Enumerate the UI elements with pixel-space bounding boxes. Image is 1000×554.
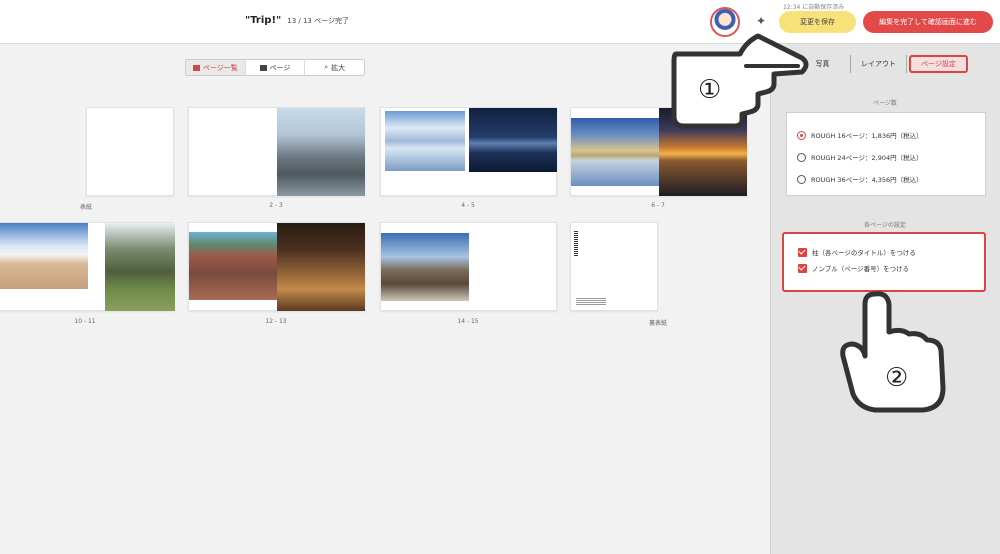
spread-4-5[interactable] [380, 107, 557, 196]
pointing-hand-icon: ② [840, 291, 946, 413]
view-switcher: ページ一覧 ページ ⌕ 拡大 [185, 59, 365, 76]
photo-thumbnail[interactable] [571, 118, 659, 186]
view-zoom-label: 拡大 [331, 63, 346, 72]
checkbox[interactable] [798, 263, 807, 273]
page-option-16[interactable]: ROUGH 16ページ：1,836円（税込） [797, 130, 923, 140]
page-number-option[interactable]: ノンブル（ページ番号）をつける [798, 263, 909, 273]
barcode-icon [574, 231, 578, 257]
panel-tabs: 写真 レイアウト ページ設定 [795, 55, 970, 73]
running-head-label: 柱（各ページのタイトル）をつける [812, 249, 916, 257]
radio-button[interactable] [797, 174, 806, 184]
spread-label: 14 - 15 [457, 318, 479, 325]
pointing-hand-icon: ① [671, 33, 809, 129]
spread-14-15[interactable] [380, 222, 557, 311]
page-count-title: ページ数 [873, 100, 897, 107]
spread-2-3[interactable] [188, 107, 365, 196]
spread-label: 裏表紙 [648, 320, 667, 327]
album-title: "Trip!" [245, 15, 282, 26]
photo-thumbnail[interactable] [0, 223, 88, 289]
tab-page-settings[interactable]: ページ設定 [909, 55, 968, 73]
view-page-list[interactable]: ページ一覧 [186, 60, 246, 75]
spread-label: 12 - 13 [265, 318, 287, 325]
radio-button[interactable] [797, 152, 806, 162]
spread-label: 6 - 7 [651, 202, 665, 209]
photo-thumbnail[interactable] [105, 223, 175, 311]
view-page-label: ページ [269, 63, 291, 72]
page-option-label: ROUGH 36ページ：4,356円（税込） [811, 176, 923, 184]
document-title: "Trip!" 13 / 13 ページ完了 [245, 15, 349, 26]
checkbox[interactable] [798, 247, 807, 257]
page-progress: 13 / 13 ページ完了 [287, 17, 349, 25]
spread-label: 2 - 3 [269, 202, 283, 209]
view-page-list-label: ページ一覧 [202, 63, 238, 72]
running-head-option[interactable]: 柱（各ページのタイトル）をつける [798, 247, 916, 257]
page-settings-title: 各ページの設定 [864, 222, 906, 229]
spread-label: 4 - 5 [461, 202, 475, 209]
spread-label: 表紙 [79, 204, 92, 211]
page-option-36[interactable]: ROUGH 36ページ：4,356円（税込） [797, 174, 923, 184]
grid-icon [192, 64, 200, 71]
photo-thumbnail[interactable] [381, 233, 469, 301]
photo-thumbnail[interactable] [277, 108, 365, 196]
spread-10-11[interactable] [0, 222, 175, 311]
magnifier-icon: ⌕ [324, 63, 329, 71]
photo-thumbnail[interactable] [469, 108, 557, 172]
page-number-label: ノンブル（ページ番号）をつける [812, 265, 910, 273]
photo-thumbnail[interactable] [385, 111, 465, 171]
photo-thumbnail[interactable] [189, 232, 277, 300]
page-icon [259, 64, 267, 71]
view-page[interactable]: ページ [246, 60, 306, 75]
finish-editing-button[interactable]: 編集を完了して確認画面に進む [863, 11, 993, 33]
step-1-marker: ① [698, 75, 721, 105]
page-option-label: ROUGH 24ページ：2,904円（税込） [811, 154, 923, 162]
photo-thumbnail[interactable] [277, 223, 365, 311]
spread-12-13[interactable] [188, 222, 365, 311]
view-zoom[interactable]: ⌕ 拡大 [305, 60, 364, 75]
tab-layout[interactable]: レイアウト [851, 55, 907, 73]
app-header: "Trip!" 13 / 13 ページ完了 ✦ 12:34 に自動保存済み 変更を… [0, 0, 1000, 44]
spread-back-cover[interactable] [570, 222, 658, 311]
page-option-label: ROUGH 16ページ：1,836円（税込） [811, 132, 923, 140]
spread-label: 10 - 11 [74, 318, 96, 325]
colophon-text [576, 298, 606, 305]
spread-cover[interactable] [86, 107, 174, 196]
autosave-status: 12:34 に自動保存済み [783, 4, 845, 11]
step-2-marker: ② [885, 363, 908, 393]
radio-button[interactable] [797, 130, 806, 140]
page-option-24[interactable]: ROUGH 24ページ：2,904円（税込） [797, 152, 923, 162]
page-settings-box [782, 232, 986, 292]
